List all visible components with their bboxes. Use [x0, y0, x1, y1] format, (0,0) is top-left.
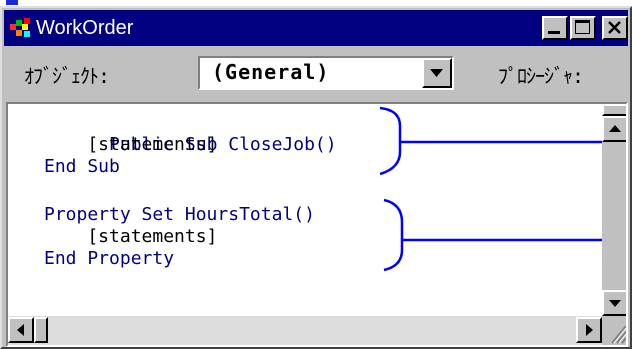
scroll-left-button[interactable] [8, 317, 34, 343]
horizontal-scroll-thumb[interactable] [34, 317, 48, 343]
scroll-down-button[interactable] [602, 290, 626, 316]
annotation-overlay [379, 106, 602, 272]
maximize-icon [575, 20, 590, 34]
close-icon [608, 21, 621, 34]
top-mark [6, 0, 18, 5]
chevron-down-icon [430, 69, 443, 77]
bracket-sub [379, 106, 402, 176]
horizontal-scrollbar[interactable] [8, 316, 602, 345]
object-label: ｵﾌﾞｼﾞｪｸﾄ: [24, 64, 110, 88]
arrow-right-icon [586, 324, 593, 336]
procedure-label: ﾌﾟﾛｼｰｼﾞｬ: [498, 64, 584, 88]
toolbar: ｵﾌﾞｼﾞｪｸﾄ: (General) ﾌﾟﾛｼｰｼﾞｬ: [4, 46, 628, 102]
title-bar[interactable]: WorkOrder [4, 10, 628, 46]
vb-module-icon [10, 18, 30, 37]
close-button[interactable] [602, 16, 628, 40]
minimize-button[interactable] [542, 16, 568, 40]
scroll-up-button[interactable] [602, 116, 626, 142]
scroll-right-button[interactable] [576, 317, 602, 343]
arrow-left-icon [17, 324, 24, 336]
object-dropdown-value: (General) [212, 60, 330, 84]
object-dropdown[interactable]: (General) [198, 56, 454, 90]
maximize-button[interactable] [570, 16, 596, 40]
arrow-down-icon [609, 300, 621, 307]
vertical-scroll-thumb[interactable] [602, 104, 626, 116]
resize-grip-icon [611, 325, 626, 344]
bracket-property [383, 198, 404, 272]
arrow-up-icon [609, 125, 621, 132]
code-editor[interactable]: Public Sub CloseJob() [statements] End S… [6, 102, 628, 347]
window-title: WorkOrder [36, 17, 134, 39]
minimize-icon [548, 31, 560, 34]
size-grip[interactable] [602, 316, 626, 345]
object-dropdown-button[interactable] [422, 58, 452, 88]
vertical-scrollbar[interactable] [602, 104, 626, 316]
code-window: WorkOrder ｵﾌﾞｼﾞｪｸﾄ: (General) ﾌﾟﾛｼｰｼﾞｬ: … [0, 6, 632, 349]
